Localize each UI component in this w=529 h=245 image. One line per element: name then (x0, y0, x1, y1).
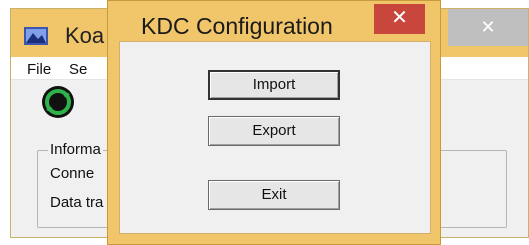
background-window-title: Koa (65, 23, 105, 48)
import-button[interactable]: Import (208, 70, 340, 100)
menu-second[interactable]: Se (69, 61, 87, 78)
information-group-label: Informa (48, 141, 103, 158)
dialog-title: KDC Configuration (141, 13, 333, 39)
dialog-content: Import Export Exit (119, 41, 431, 234)
background-close-button[interactable]: ✕ (448, 9, 528, 46)
kdc-configuration-dialog: KDC Configuration ✕ Import Export Exit (107, 0, 441, 245)
connection-label: Conne (50, 165, 95, 182)
menu-file[interactable]: File (27, 61, 51, 78)
sync-icon[interactable] (41, 85, 75, 119)
data-transfer-label: Data tra (50, 194, 104, 211)
app-icon (24, 27, 48, 45)
export-button[interactable]: Export (208, 116, 340, 146)
exit-button[interactable]: Exit (208, 180, 340, 210)
dialog-close-button[interactable]: ✕ (374, 4, 425, 34)
